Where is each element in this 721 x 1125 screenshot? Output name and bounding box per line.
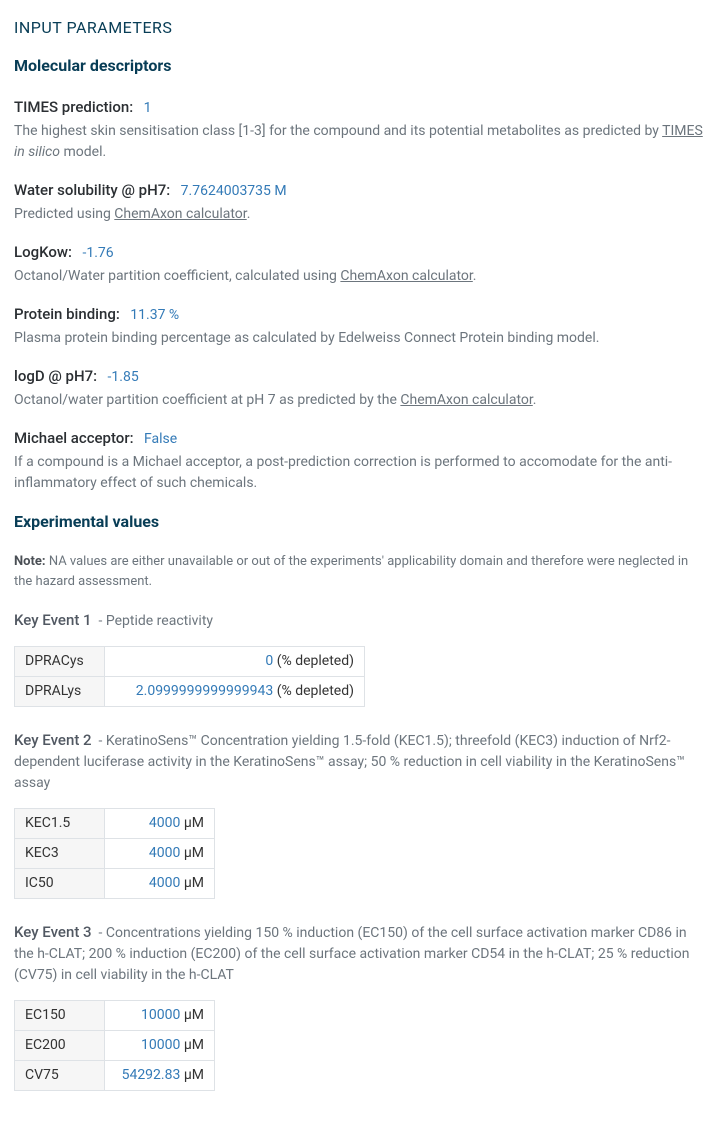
cell-name: DPRALys bbox=[15, 677, 105, 707]
param-logkow-desc: Octanol/Water partition coefficient, cal… bbox=[14, 266, 707, 287]
param-protein: Protein binding: 11.37 % Plasma protein … bbox=[14, 303, 707, 349]
ke2-subtitle: KeratinoSens™ Concentration yielding 1.5… bbox=[14, 733, 685, 791]
cell-name: DPRACys bbox=[15, 647, 105, 677]
key-event-3-heading: Key Event 3 - Concentrations yielding 15… bbox=[14, 921, 707, 986]
chemaxon-link[interactable]: ChemAxon calculator bbox=[114, 206, 246, 222]
table-row: DPRALys 2.0999999999999943 (% depleted) bbox=[15, 677, 365, 707]
ke1-title: Key Event 1 bbox=[14, 611, 92, 629]
cell-value: 4000 µM bbox=[105, 869, 215, 899]
cell-name: IC50 bbox=[15, 869, 105, 899]
table-row: EC200 10000 µM bbox=[15, 1031, 215, 1061]
param-logkow-value: -1.76 bbox=[82, 245, 113, 261]
cell-value: 0 (% depleted) bbox=[105, 647, 365, 677]
param-logkow: LogKow: -1.76 Octanol/Water partition co… bbox=[14, 241, 707, 287]
cell-name: KEC1.5 bbox=[15, 809, 105, 839]
table-row: KEC1.5 4000 µM bbox=[15, 809, 215, 839]
note-bold: Note: bbox=[14, 554, 46, 569]
param-logkow-label: LogKow: bbox=[14, 243, 72, 261]
section-molecular-descriptors: Molecular descriptors bbox=[14, 54, 707, 78]
table-row: CV75 54292.83 µM bbox=[15, 1061, 215, 1091]
param-water: Water solubility @ pH7: 7.7624003735 M P… bbox=[14, 179, 707, 225]
param-water-desc: Predicted using ChemAxon calculator. bbox=[14, 204, 707, 225]
table-row: IC50 4000 µM bbox=[15, 869, 215, 899]
times-link[interactable]: TIMES bbox=[662, 123, 703, 139]
ke2-table: KEC1.5 4000 µM KEC3 4000 µM IC50 4000 µM bbox=[14, 808, 215, 899]
cell-name: KEC3 bbox=[15, 839, 105, 869]
cell-value: 10000 µM bbox=[105, 1031, 215, 1061]
param-times-desc: The highest skin sensitisation class [1-… bbox=[14, 121, 707, 163]
cell-name: EC150 bbox=[15, 1001, 105, 1031]
param-logd: logD @ pH7: -1.85 Octanol/water partitio… bbox=[14, 365, 707, 411]
table-row: KEC3 4000 µM bbox=[15, 839, 215, 869]
cell-value: 2.0999999999999943 (% depleted) bbox=[105, 677, 365, 707]
ke1-table: DPRACys 0 (% depleted) DPRALys 2.0999999… bbox=[14, 646, 365, 707]
param-logd-desc: Octanol/water partition coefficient at p… bbox=[14, 390, 707, 411]
ke3-table: EC150 10000 µM EC200 10000 µM CV75 54292… bbox=[14, 1000, 215, 1091]
param-times: TIMES prediction: 1 The highest skin sen… bbox=[14, 96, 707, 163]
cell-name: EC200 bbox=[15, 1031, 105, 1061]
chemaxon-link[interactable]: ChemAxon calculator bbox=[340, 268, 472, 284]
ke3-subtitle: Concentrations yielding 150 % induction … bbox=[14, 925, 689, 983]
cell-value: 54292.83 µM bbox=[105, 1061, 215, 1091]
ke3-title: Key Event 3 bbox=[14, 923, 92, 941]
note: Note: NA values are either unavailable o… bbox=[14, 552, 707, 591]
param-michael-label: Michael acceptor: bbox=[14, 429, 134, 447]
param-protein-desc: Plasma protein binding percentage as cal… bbox=[14, 328, 707, 349]
cell-value: 4000 µM bbox=[105, 839, 215, 869]
param-michael: Michael acceptor: False If a compound is… bbox=[14, 427, 707, 494]
param-protein-label: Protein binding: bbox=[14, 305, 120, 323]
param-times-label: TIMES prediction: bbox=[14, 98, 133, 116]
ke1-subtitle: Peptide reactivity bbox=[106, 613, 213, 629]
table-row: DPRACys 0 (% depleted) bbox=[15, 647, 365, 677]
key-event-1-heading: Key Event 1 - Peptide reactivity bbox=[14, 609, 707, 632]
param-michael-desc: If a compound is a Michael acceptor, a p… bbox=[14, 452, 707, 494]
section-experimental-values: Experimental values bbox=[14, 510, 707, 534]
cell-value: 10000 µM bbox=[105, 1001, 215, 1031]
param-logd-label: logD @ pH7: bbox=[14, 367, 97, 385]
cell-value: 4000 µM bbox=[105, 809, 215, 839]
section-input-parameters: INPUT PARAMETERS bbox=[14, 16, 707, 40]
param-water-label: Water solubility @ pH7: bbox=[14, 181, 170, 199]
param-times-value: 1 bbox=[144, 100, 152, 116]
param-protein-value: 11.37 % bbox=[130, 307, 179, 323]
cell-name: CV75 bbox=[15, 1061, 105, 1091]
param-logd-value: -1.85 bbox=[108, 369, 139, 385]
param-michael-value: False bbox=[144, 431, 177, 447]
key-event-2-heading: Key Event 2 - KeratinoSens™ Concentratio… bbox=[14, 729, 707, 794]
ke2-title: Key Event 2 bbox=[14, 731, 92, 749]
table-row: EC150 10000 µM bbox=[15, 1001, 215, 1031]
param-water-value: 7.7624003735 M bbox=[181, 183, 287, 199]
chemaxon-link[interactable]: ChemAxon calculator bbox=[400, 392, 532, 408]
